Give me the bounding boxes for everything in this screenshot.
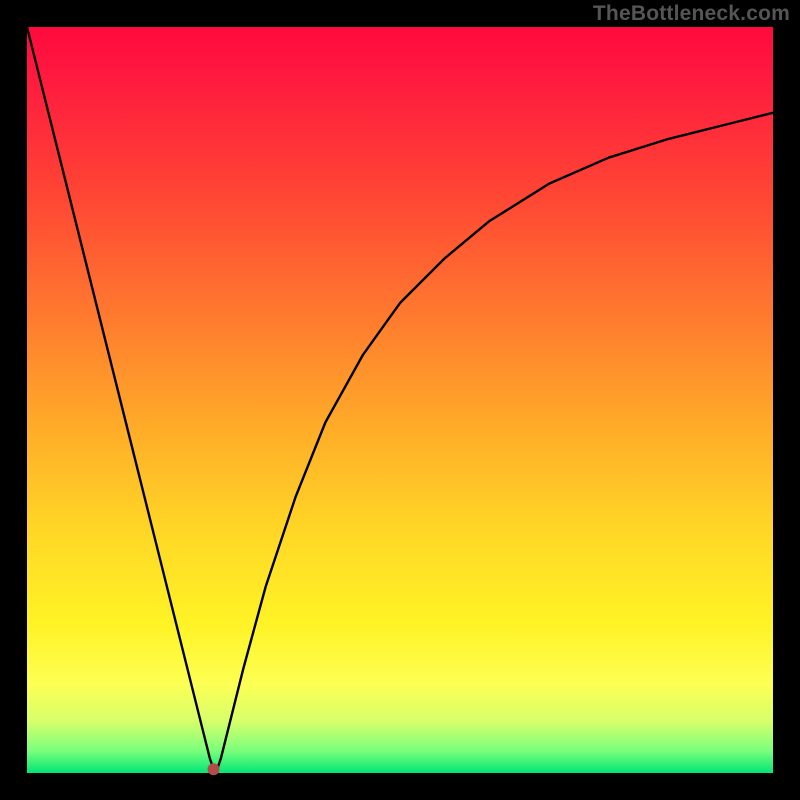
watermark-text: TheBottleneck.com [593, 2, 790, 26]
curve-svg [27, 27, 773, 773]
plot-area [27, 27, 773, 773]
bottleneck-curve [27, 27, 773, 769]
chart-frame: TheBottleneck.com [0, 0, 800, 800]
optimum-marker [208, 763, 220, 775]
